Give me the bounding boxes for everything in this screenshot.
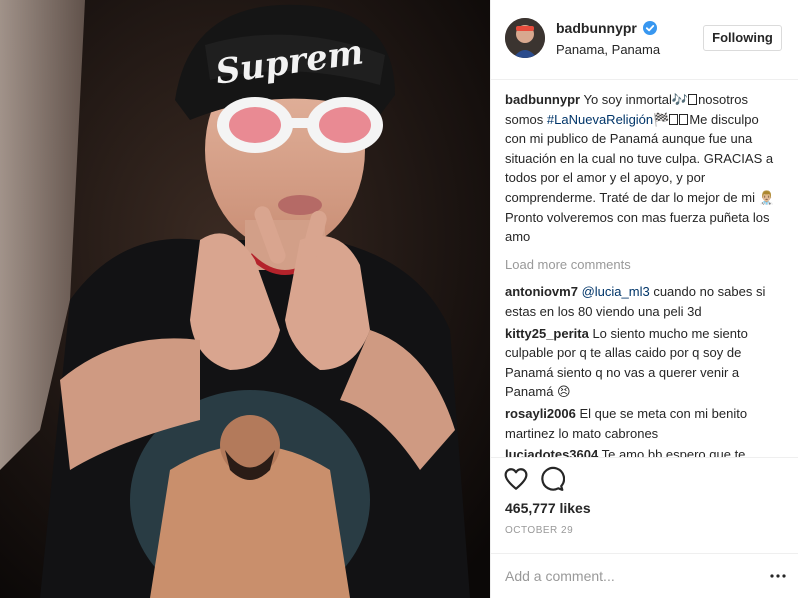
post-sidebar: badbunnypr Panama, Panama Following badb… [490,0,798,598]
emoji-placeholder-icon [679,113,689,125]
verified-badge-icon [642,21,657,35]
add-comment-input[interactable] [505,566,745,586]
caption-text-1: Yo soy inmortal [580,92,672,107]
more-options-icon[interactable] [769,569,787,583]
avatar[interactable] [505,18,545,58]
post-username[interactable]: badbunnypr [556,20,637,36]
comment-icon[interactable] [539,466,565,492]
post-actions: 465,777 likes OCTOBER 29 [491,457,798,553]
comment-item: antoniovm7 @lucia_ml3 cuando no sabes si… [505,282,783,321]
likes-count[interactable]: 465,777 likes [505,500,591,516]
comment-mention[interactable]: @lucia_ml3 [582,284,650,299]
checkered-flag-icon: 🏁 [653,111,670,127]
heart-icon[interactable] [503,466,529,492]
caption-text-4: Pronto volveremos con mas fuerza puñeta … [505,209,770,245]
music-notes-icon: 🎶 [671,92,689,107]
emoji-placeholder-icon [669,113,679,125]
following-button[interactable]: Following [703,25,782,51]
comment-item: luciadotes3604 Te amo bb espero que te r… [505,445,783,457]
comment-item: rosayli2006 El que se meta con mi benito… [505,404,783,443]
post-header: badbunnypr Panama, Panama Following [491,0,798,80]
hashtag-link[interactable]: #LaNuevaReligión [547,112,653,127]
avatar-image [505,18,545,58]
person-emoji-icon: 👨🏼‍⚕️ [758,189,775,205]
add-comment-bar [491,553,798,598]
comment-username[interactable]: rosayli2006 [505,406,576,421]
emoji-placeholder-icon [688,94,698,105]
comment-item: kitty25_perita Lo siento mucho me siento… [505,324,783,402]
caption-comment: badbunnypr Yo soy inmortal🎶 nosotros somo… [505,90,783,247]
post-location[interactable]: Panama, Panama [556,42,660,57]
load-more-comments[interactable]: Load more comments [505,255,783,275]
comment-username[interactable]: kitty25_perita [505,326,589,341]
post-date[interactable]: OCTOBER 29 [505,525,573,536]
instagram-post: Suprem badbunnypr Panama, Panama Followi… [0,0,798,598]
sad-face-icon: 😣 [557,384,571,400]
comment-username[interactable]: antoniovm7 [505,284,578,299]
caption-username[interactable]: badbunnypr [505,92,580,107]
post-photo[interactable]: Suprem [0,0,490,598]
comments-list: badbunnypr Yo soy inmortal🎶 nosotros somo… [505,90,783,457]
comment-username[interactable]: luciadotes3604 [505,447,598,457]
post-photo-illustration: Suprem [0,0,490,598]
